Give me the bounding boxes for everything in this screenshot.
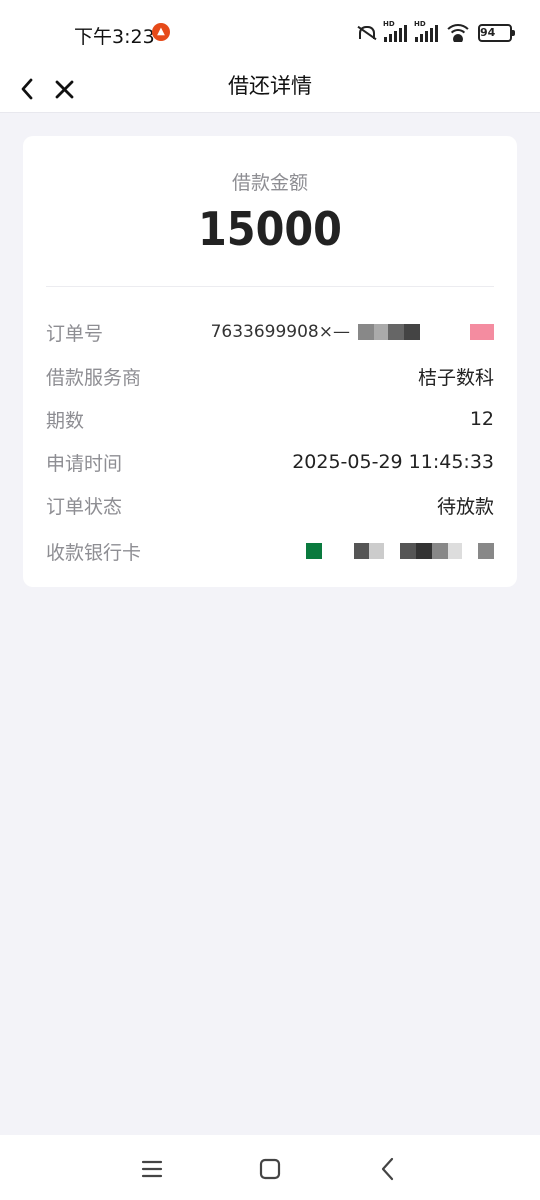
detail-key: 订单状态 xyxy=(46,495,123,518)
mute-bell-icon xyxy=(356,24,376,42)
hd-label: HD xyxy=(414,20,426,28)
navigation-bar: 借还详情 xyxy=(0,64,540,113)
detail-key: 收款银行卡 xyxy=(46,541,142,564)
status-icons: HD HD 94 xyxy=(356,20,515,42)
page-title: 借还详情 xyxy=(228,74,312,98)
detail-key: 期数 xyxy=(46,409,85,432)
system-nav-bar xyxy=(0,1135,540,1200)
amount-value: 15000 xyxy=(198,202,342,256)
detail-row-apply-time: 申请时间 2025-05-29 11:45:33 xyxy=(46,447,494,477)
detail-row-status: 订单状态 待放款 xyxy=(46,490,494,520)
detail-key: 借款服务商 xyxy=(46,366,142,389)
menu-icon xyxy=(141,1160,163,1178)
detail-value: 桔子数科 xyxy=(417,366,494,389)
detail-key: 申请时间 xyxy=(46,452,123,475)
wifi-icon xyxy=(446,24,470,42)
amount-label: 借款金额 xyxy=(231,172,308,194)
status-bar: 下午3:23 ▲ HD HD 94 xyxy=(0,0,540,64)
order-number-text: 7633699908×— xyxy=(210,322,350,342)
status-time: 下午3:23 xyxy=(74,26,155,48)
status-value: 待放款 xyxy=(436,495,494,518)
detail-value: 2025-05-29 11:45:33 xyxy=(292,451,494,473)
detail-row-periods: 期数 12 xyxy=(46,404,494,434)
battery-icon: 94 xyxy=(478,24,515,42)
loan-detail-card: 借款金额 15000 订单号 7633699908×— 借款服务商 桔子数科 期… xyxy=(23,136,517,587)
bank-card-value xyxy=(306,540,494,562)
notification-emoji-icon: ▲ xyxy=(152,23,170,41)
order-number-value: 7633699908×— xyxy=(211,321,494,343)
detail-row-provider: 借款服务商 桔子数科 xyxy=(46,361,494,391)
detail-value: 12 xyxy=(469,408,494,430)
divider xyxy=(46,286,494,287)
hd-label: HD xyxy=(383,20,395,28)
detail-key: 订单号 xyxy=(46,322,104,345)
signal-icon-2: HD xyxy=(414,20,438,42)
detail-row-bank-card: 收款银行卡 xyxy=(46,536,494,566)
home-button[interactable] xyxy=(256,1155,284,1183)
system-back-button[interactable] xyxy=(374,1155,402,1183)
signal-icon-1: HD xyxy=(383,20,407,42)
detail-row-order-no: 订单号 7633699908×— xyxy=(46,317,494,347)
back-nav-icon xyxy=(381,1157,394,1181)
home-icon xyxy=(259,1158,281,1180)
menu-button[interactable] xyxy=(138,1155,166,1183)
